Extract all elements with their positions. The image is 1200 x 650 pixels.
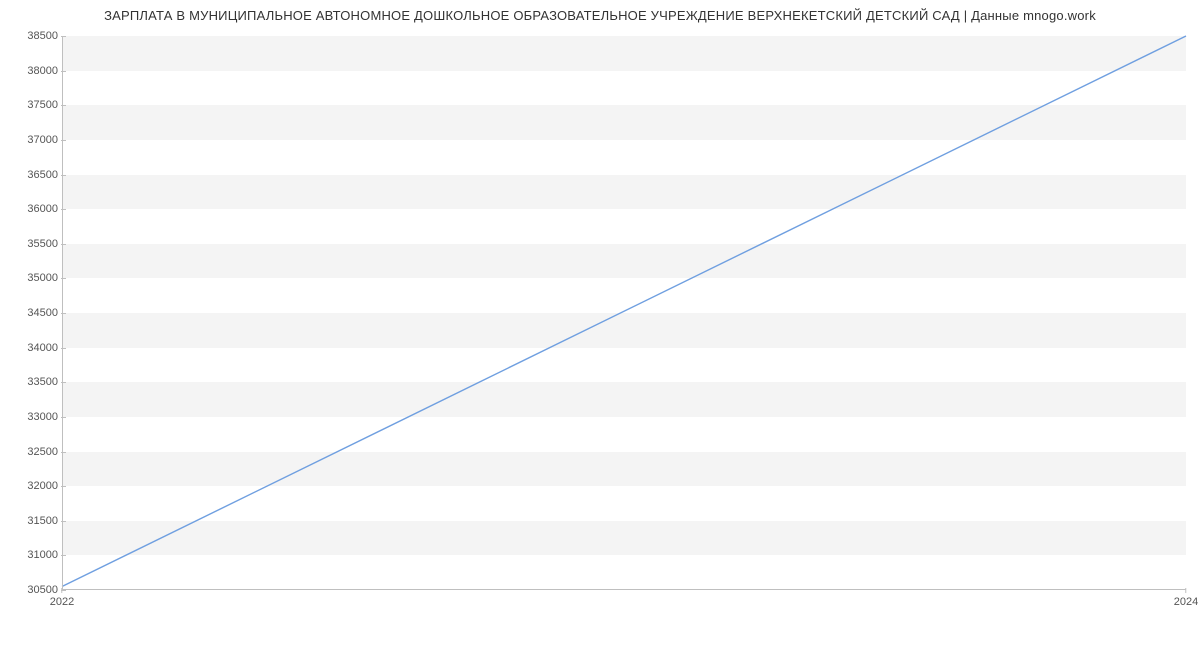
y-tick-label: 34500 bbox=[8, 307, 58, 319]
y-tick-label: 37500 bbox=[8, 99, 58, 111]
y-tick-label: 30500 bbox=[8, 584, 58, 596]
y-tick-label: 33500 bbox=[8, 376, 58, 388]
chart-title: ЗАРПЛАТА В МУНИЦИПАЛЬНОЕ АВТОНОМНОЕ ДОШК… bbox=[0, 8, 1200, 23]
y-tick-label: 38500 bbox=[8, 30, 58, 42]
y-tick-label: 31500 bbox=[8, 515, 58, 527]
y-tick-label: 32500 bbox=[8, 446, 58, 458]
y-tick-label: 36000 bbox=[8, 203, 58, 215]
x-axis-line bbox=[62, 589, 1186, 590]
y-tick-label: 33000 bbox=[8, 411, 58, 423]
y-tick-label: 38000 bbox=[8, 65, 58, 77]
series-line bbox=[62, 36, 1186, 590]
plot-area bbox=[62, 36, 1186, 590]
y-tick-label: 34000 bbox=[8, 342, 58, 354]
y-tick-label: 35500 bbox=[8, 238, 58, 250]
y-tick-label: 35000 bbox=[8, 272, 58, 284]
y-tick-label: 37000 bbox=[8, 134, 58, 146]
x-tick-label: 2022 bbox=[50, 596, 74, 608]
x-tick-label: 2024 bbox=[1174, 596, 1198, 608]
y-tick-label: 32000 bbox=[8, 480, 58, 492]
y-tick-label: 36500 bbox=[8, 169, 58, 181]
y-tick-label: 31000 bbox=[8, 549, 58, 561]
